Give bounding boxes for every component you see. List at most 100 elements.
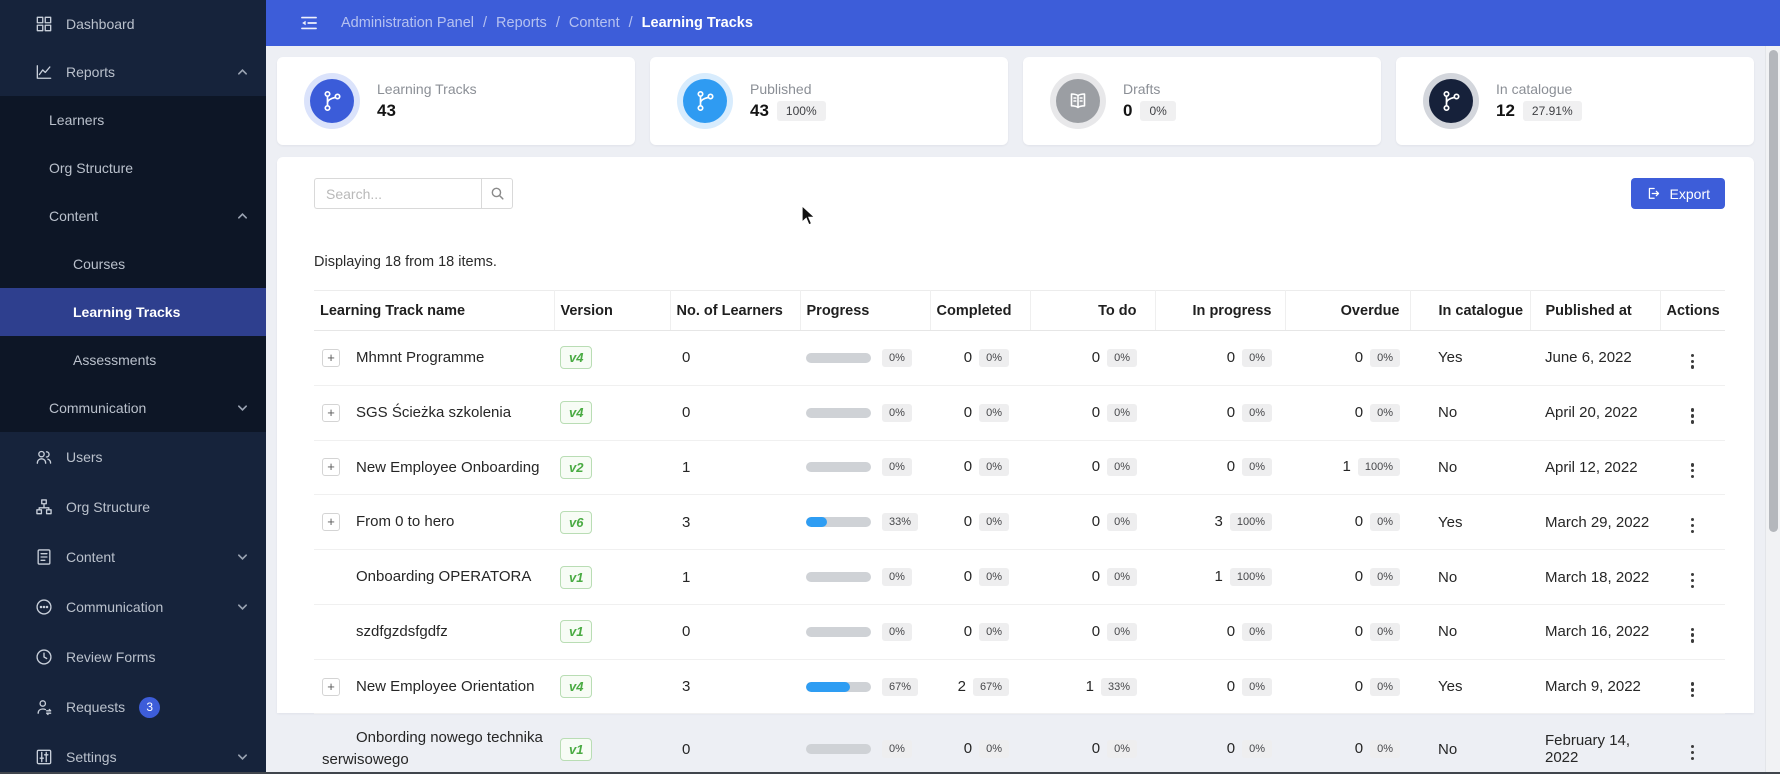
column-header-in-catalogue: In catalogue	[1410, 290, 1531, 331]
breadcrumb-separator: /	[555, 15, 560, 31]
menu-fold-icon[interactable]	[299, 13, 319, 33]
sidebar-item-communication[interactable]: Communication	[0, 582, 266, 632]
expand-row-button[interactable]: +	[322, 513, 340, 532]
published-at-cell: April 20, 2022	[1530, 385, 1660, 441]
track-name: Onboarding OPERATORA	[356, 568, 532, 586]
sidebar-item-review-forms[interactable]: Review Forms	[0, 632, 266, 682]
sidebar-item-assessments[interactable]: Assessments	[0, 336, 266, 384]
percent-badge: 0%	[1107, 458, 1137, 477]
row-actions-menu-icon[interactable]	[1685, 742, 1700, 763]
metric-cell: 0 0%	[930, 604, 1030, 660]
progress-bar	[806, 407, 871, 418]
sidebar-item-learners[interactable]: Learners	[0, 96, 266, 144]
row-actions-menu-icon[interactable]	[1685, 679, 1700, 700]
breadcrumb-item-reports[interactable]: Reports	[496, 15, 547, 31]
in-catalogue-cell: Yes	[1410, 330, 1530, 386]
icon-ring	[677, 73, 733, 129]
sidebar-item-requests[interactable]: Requests 3	[0, 682, 266, 732]
sidebar-item-label: Dashboard	[66, 16, 135, 32]
learners-cell: 0	[670, 385, 800, 441]
count-badge: 3	[139, 696, 161, 718]
learners-cell: 0	[670, 604, 800, 660]
published-at-cell: March 18, 2022	[1530, 549, 1660, 605]
icon-ring	[1423, 73, 1479, 129]
progress-bar	[806, 744, 871, 755]
sidebar-item-settings[interactable]: Settings	[0, 732, 266, 774]
sidebar-item-courses[interactable]: Courses	[0, 240, 266, 288]
breadcrumb-item-learning-tracks: Learning Tracks	[641, 15, 753, 31]
row-actions-menu-icon[interactable]	[1685, 351, 1700, 372]
sidebar-item-communication[interactable]: Communication	[0, 384, 266, 432]
row-actions-menu-icon[interactable]	[1685, 460, 1700, 481]
row-actions-menu-icon[interactable]	[1685, 405, 1700, 426]
percent-badge: 0%	[1242, 740, 1272, 759]
sidebar-item-label: Learning Tracks	[73, 304, 181, 320]
table-row: + Mhmnt Programme v4 0 0% 0 0% 0 0% 0 0% 0 0% Yes June…	[314, 330, 1725, 386]
percent-badge: 0%	[1370, 348, 1400, 367]
metric-cell: 0 0%	[1030, 713, 1155, 774]
sidebar-item-org-structure[interactable]: Org Structure	[0, 144, 266, 192]
scrollbar-thumb[interactable]	[1768, 50, 1778, 532]
stat-value: 43	[377, 101, 396, 120]
stat-label: Published	[750, 81, 812, 97]
progress-cell: 67%	[800, 659, 930, 715]
metric-cell: 0 0%	[1030, 385, 1155, 441]
column-header-learning-track-name: Learning Track name	[314, 290, 555, 331]
expand-row-button[interactable]: +	[322, 348, 340, 367]
progress-percent-badge: 33%	[882, 513, 919, 532]
search-button[interactable]	[481, 178, 513, 209]
version-badge: v6	[560, 510, 593, 534]
export-button[interactable]: Export	[1630, 178, 1725, 209]
metric-cell: 1 100%	[1285, 440, 1410, 496]
version-badge: v1	[560, 565, 593, 589]
learners-cell: 3	[670, 494, 800, 551]
version-cell: v1	[554, 604, 670, 660]
percent-badge: 100%	[1357, 458, 1400, 477]
sidebar-item-content[interactable]: Content	[0, 532, 266, 582]
sidebar-item-org-structure[interactable]: Org Structure	[0, 482, 266, 532]
track-name-cell: + Mhmnt Programme	[320, 347, 554, 369]
reports-icon	[33, 61, 55, 83]
metric-cell: 0 0%	[1285, 604, 1410, 660]
track-name: From 0 to hero	[356, 513, 455, 531]
results-summary: Displaying 18 from 18 items.	[314, 254, 497, 270]
progress-bar	[806, 681, 871, 692]
sidebar-item-users[interactable]: Users	[0, 432, 266, 482]
version-badge: v2	[560, 455, 593, 479]
expand-row-button[interactable]: +	[322, 677, 340, 696]
stat-label: Drafts	[1123, 81, 1161, 97]
metric-cell: 0 0%	[1155, 713, 1285, 774]
track-name: SGS Ścieżka szkolenia	[356, 403, 512, 421]
percent-badge: 100%	[1229, 513, 1272, 532]
version-cell: v4	[554, 385, 670, 441]
sidebar-item-content[interactable]: Content	[0, 192, 266, 240]
table-row: + From 0 to hero v6 3 33% 0 0% 0 0% 3 100% 0 0% Yes Ma…	[314, 494, 1725, 551]
row-actions-menu-icon[interactable]	[1685, 570, 1700, 591]
learners-cell: 1	[670, 549, 800, 605]
percent-badge: 0%	[1107, 568, 1137, 587]
sidebar-item-dashboard[interactable]: Dashboard	[0, 0, 266, 48]
progress-bar	[806, 572, 871, 583]
in-catalogue-cell: No	[1410, 713, 1530, 774]
row-actions-menu-icon[interactable]	[1685, 515, 1700, 536]
expand-row-button[interactable]: +	[322, 403, 340, 422]
row-actions-menu-icon[interactable]	[1685, 625, 1700, 646]
stat-value: 43	[750, 101, 769, 120]
breadcrumb-item-administration-panel[interactable]: Administration Panel	[341, 15, 474, 31]
track-name: Mhmnt Programme	[356, 349, 485, 367]
percent-badge: 0%	[979, 568, 1009, 587]
search-input[interactable]	[314, 178, 481, 209]
sidebar-item-label: Assessments	[73, 352, 157, 368]
breadcrumb-item-content[interactable]: Content	[569, 15, 620, 31]
percent-badge: 100%	[1229, 568, 1272, 587]
metric-cell: 0 0%	[1030, 549, 1155, 605]
track-name: New Employee Onboarding	[356, 458, 540, 476]
percent-badge: 0%	[1107, 513, 1137, 532]
expand-row-button[interactable]: +	[322, 458, 340, 477]
version-cell: v4	[554, 659, 670, 715]
sidebar-item-reports[interactable]: Reports	[0, 48, 266, 96]
sidebar-item-label: Learners	[49, 112, 105, 128]
column-header-completed: Completed	[930, 290, 1031, 331]
vertical-scrollbar[interactable]	[1765, 46, 1780, 774]
sidebar-item-learning-tracks[interactable]: Learning Tracks	[0, 288, 266, 336]
